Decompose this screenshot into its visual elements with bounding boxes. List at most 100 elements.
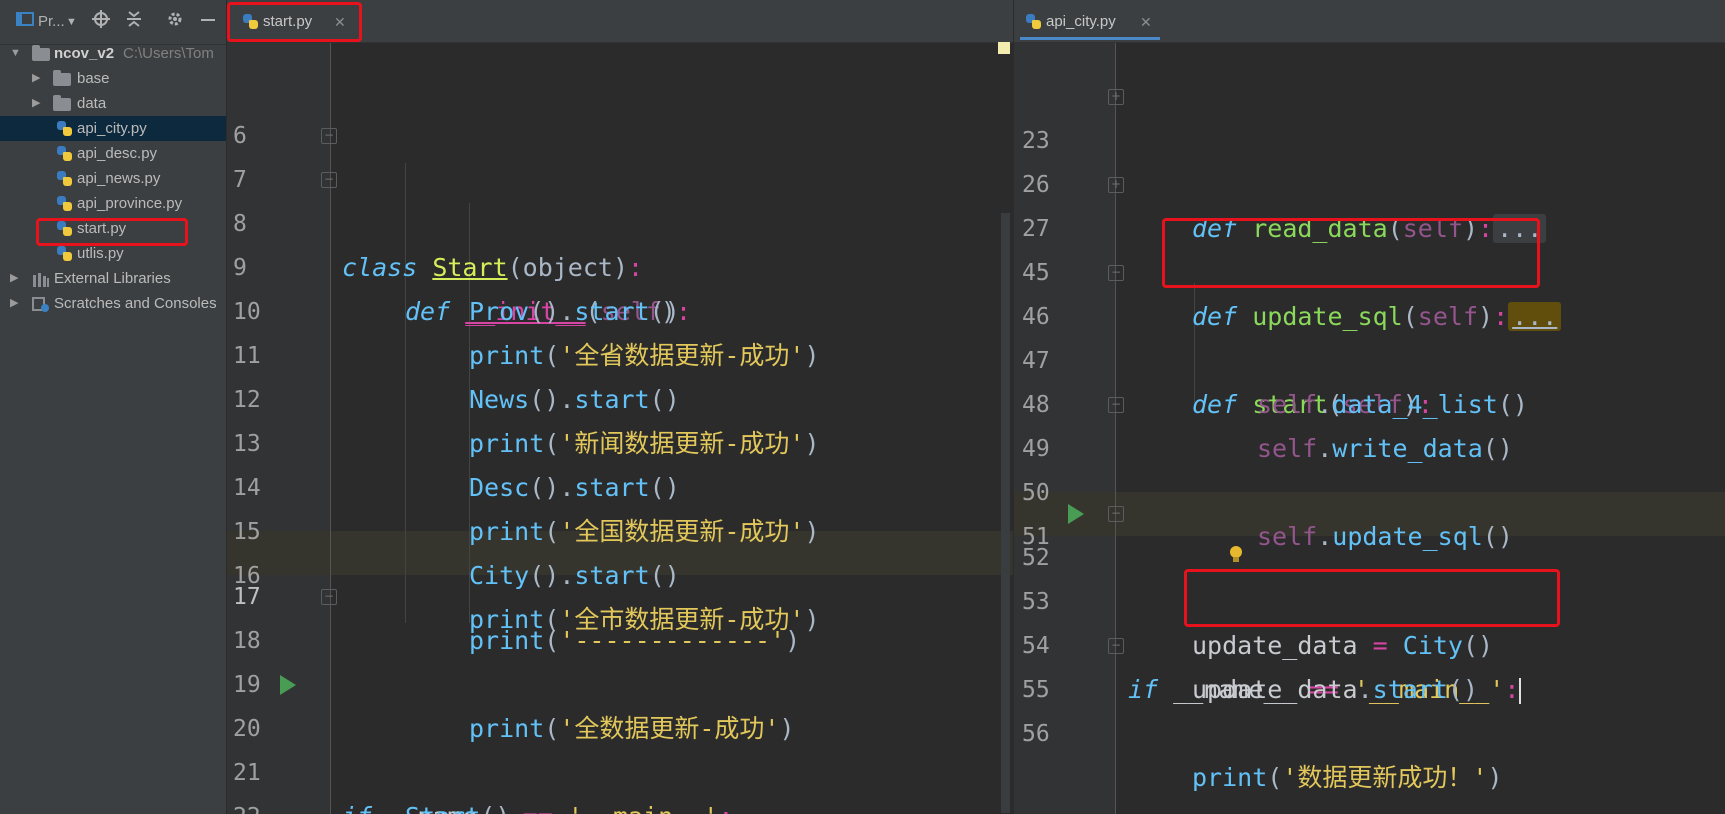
class-ref: Start [405, 802, 480, 814]
annotation-highlight-start-call [1184, 569, 1560, 627]
code-text: Start() [405, 795, 510, 814]
run-icon[interactable] [1068, 504, 1084, 524]
code-line-15: 15 City().start() [227, 466, 1013, 590]
left-tab-bar: start.py ✕ [227, 0, 1013, 43]
vertical-scrollbar[interactable] [1001, 213, 1010, 813]
tree-item-label: api_news.py [77, 170, 161, 187]
code-line-21: 21 Start() [227, 707, 1013, 814]
tab-label: api_city.py [1046, 13, 1116, 30]
tree-item-external-libraries[interactable]: ▶ External Libraries [0, 266, 226, 291]
tree-item-base[interactable]: ▶ base [0, 66, 226, 91]
left-code-editor[interactable]: 6 7 − class Start(object): 8 − def __ini… [227, 43, 1013, 814]
project-panel: Pr... ▼ ▼ ncov_v2 C:\Users\Tom ▶ base ▶ … [0, 0, 227, 814]
project-view-icon[interactable] [16, 10, 34, 34]
chevron-down-icon[interactable]: ▼ [10, 41, 21, 66]
code-line-52: 52 − if __name__ == '__main__': [1014, 492, 1725, 704]
python-file-icon [57, 246, 72, 261]
close-icon[interactable]: ✕ [1140, 4, 1152, 40]
code-line-55: 55 − print('数据更新成功！') [1014, 624, 1725, 792]
tree-item-api_desc[interactable]: api_desc.py [0, 141, 226, 166]
fold-end-icon[interactable]: − [1108, 638, 1124, 654]
folder-icon [32, 45, 50, 61]
chevron-down-icon[interactable]: ▼ [66, 10, 77, 34]
code-line-26: 26 [1014, 119, 1725, 198]
chevron-right-icon[interactable]: ▶ [10, 291, 18, 316]
code-line-7: 7 − class Start(object): [227, 114, 1013, 282]
code-line-12: 12 print('新闻数据更新-成功') [227, 334, 1013, 458]
tree-item-label: External Libraries [54, 270, 171, 287]
project-toolbar: Pr... ▼ [0, 0, 226, 45]
root-name: ncov_v2 [54, 45, 115, 62]
python-file-icon [1026, 14, 1041, 29]
python-file-icon [57, 146, 72, 161]
tree-item-data[interactable]: ▶ data [0, 91, 226, 116]
code-line-22: 22 [227, 751, 1013, 814]
tree-item-label: api_city.py [77, 120, 147, 137]
code-line-8: 8 − def __init__(self): [227, 158, 1013, 326]
fold-icon[interactable]: − [321, 172, 337, 188]
tab-api-city-py[interactable]: api_city.py ✕ [1020, 4, 1160, 40]
python-file-icon [57, 121, 72, 136]
line-number: 22 [233, 795, 283, 814]
code-line-50: 50 [1014, 427, 1725, 506]
tree-item-label: api_province.py [77, 195, 183, 212]
annotation-highlight-start-method [1162, 218, 1540, 288]
library-icon [32, 271, 50, 291]
scratches-icon [32, 296, 50, 316]
fold-icon[interactable]: − [1108, 265, 1124, 281]
right-code-editor[interactable]: 23 + def read_data(self):... 26 27 + def… [1014, 43, 1725, 814]
tree-item-api_city[interactable]: api_city.py [0, 116, 226, 141]
builtin-call: print [1192, 763, 1268, 792]
collapse-icon[interactable] [126, 10, 142, 34]
minimize-icon[interactable] [200, 10, 216, 34]
annotation-highlight-start-tab [227, 2, 362, 42]
run-icon[interactable] [280, 675, 296, 695]
line-number: 56 [1022, 721, 1050, 747]
root-path: C:\Users\Tom [123, 45, 214, 62]
string-literal: '__main__' [568, 802, 719, 814]
expand-icon[interactable]: + [1108, 177, 1124, 193]
keyword: if [342, 802, 372, 814]
code-line-9: 9 Prov().start() [227, 202, 1013, 326]
code-line-23: 23 + def read_data(self):... [1014, 75, 1725, 243]
code-line-10: 10 print('全省数据更新-成功') [227, 246, 1013, 370]
project-view-selector[interactable]: Pr... [38, 10, 65, 34]
code-text: if __name__ == '__main__': [342, 795, 733, 814]
chevron-right-icon[interactable]: ▶ [10, 266, 18, 291]
code-line-19: 19 [227, 619, 1013, 698]
tree-item-label: data [77, 95, 107, 112]
operator: == [523, 802, 553, 814]
chevron-right-icon[interactable]: ▶ [32, 66, 40, 91]
right-tab-bar: api_city.py ✕ [1014, 0, 1725, 43]
code-line-6: 6 [227, 70, 1013, 149]
folder-icon [53, 95, 71, 111]
tree-root-ncov_v2[interactable]: ▼ ncov_v2 C:\Users\Tom [0, 41, 226, 66]
code-line-18: 18 − print('全数据更新-成功') [227, 575, 1013, 743]
fold-end-icon[interactable]: − [321, 589, 337, 605]
code-line-20: 20 if __name__ == '__main__': [227, 663, 1013, 814]
code-line-48: 48 self.write_data() [1014, 339, 1725, 463]
expand-icon[interactable]: + [1108, 89, 1124, 105]
chevron-right-icon[interactable]: ▶ [32, 91, 40, 116]
python-file-icon [57, 171, 72, 186]
annotation-highlight-start-file [36, 218, 188, 246]
code-line-47: 47 self.data_4_list() [1014, 295, 1725, 419]
tree-item-api_news[interactable]: api_news.py [0, 166, 226, 191]
string-literal: '数据更新成功！' [1282, 763, 1488, 792]
code-line-49: 49 − self.update_sql() [1014, 383, 1725, 551]
tree-item-scratches[interactable]: ▶ Scratches and Consoles [0, 291, 226, 316]
tree-item-label: api_desc.py [77, 145, 158, 162]
code-line-13: 13 Desc().start() [227, 378, 1013, 502]
inspection-status-icon[interactable] [998, 42, 1010, 54]
code-line-14: 14 print('全国数据更新-成功') [227, 422, 1013, 546]
tree-item-api_province[interactable]: api_province.py [0, 191, 226, 216]
tree-item-label: base [77, 70, 110, 87]
fold-end-icon[interactable]: − [1108, 397, 1124, 413]
fold-icon[interactable]: − [321, 128, 337, 144]
folder-icon [53, 70, 71, 86]
code-line-11: 11 News().start() [227, 290, 1013, 414]
settings-icon[interactable] [166, 10, 184, 34]
fold-icon[interactable]: − [1108, 506, 1124, 522]
locate-icon[interactable] [92, 10, 110, 34]
code-line-27: 27 + def update_sql(self):... [1014, 163, 1725, 331]
